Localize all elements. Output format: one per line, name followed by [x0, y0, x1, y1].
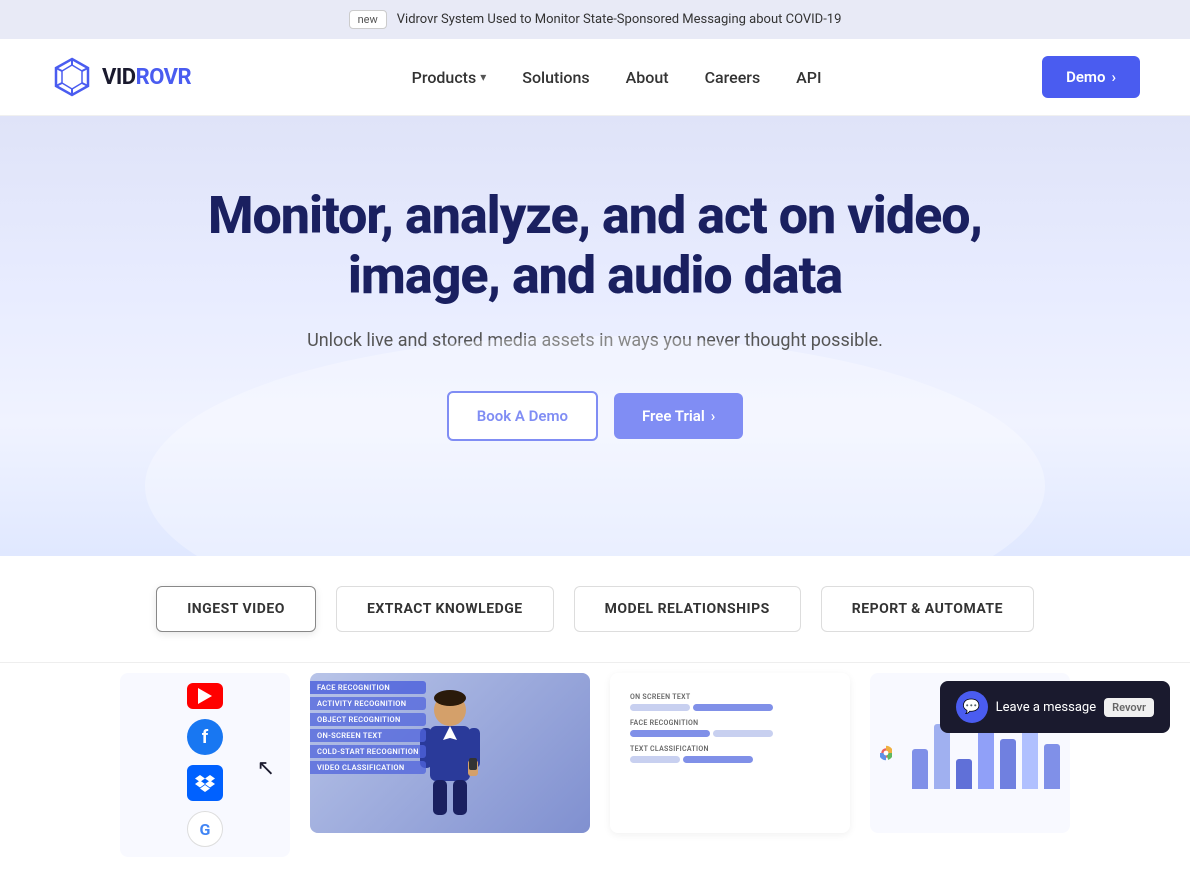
- data-row-1: ON SCREEN TEXT: [630, 693, 830, 711]
- hero-buttons: Book A Demo Free Trial ›: [20, 391, 1170, 441]
- hero-section: Monitor, analyze, and act on video, imag…: [0, 116, 1190, 556]
- chat-bubble-icon: 💬: [956, 691, 988, 723]
- hero-title: Monitor, analyze, and act on video, imag…: [195, 186, 995, 306]
- logo-icon: [50, 55, 94, 99]
- navbar: VIDROVR Products ▾ Solutions About Caree…: [0, 39, 1190, 116]
- book-demo-button[interactable]: Book A Demo: [447, 391, 598, 441]
- demo-button[interactable]: Demo ›: [1042, 56, 1140, 98]
- chat-widget[interactable]: 💬 Leave a message Revovr: [940, 681, 1170, 733]
- source-icons-card: f G ↖: [120, 673, 290, 857]
- announcement-badge: new: [349, 10, 387, 29]
- logo-link[interactable]: VIDROVR: [50, 55, 191, 99]
- features-tabs: INGEST VIDEO EXTRACT KNOWLEDGE MODEL REL…: [0, 556, 1190, 663]
- chat-widget-label: Leave a message: [996, 700, 1096, 715]
- video-recognition-card: FACE RECOGNITION ACTIVITY RECOGNITION OB…: [310, 673, 590, 833]
- data-row-3: TEXT CLASSIFICATION: [630, 745, 830, 763]
- data-row-2: FACE RECOGNITION: [630, 719, 830, 737]
- nav-item-products[interactable]: Products ▾: [412, 68, 487, 87]
- logo-text: VIDROVR: [102, 65, 191, 90]
- data-table-card: ON SCREEN TEXT FACE RECOGNITION: [610, 673, 850, 833]
- nav-item-about[interactable]: About: [626, 68, 669, 87]
- pie-chart: [880, 703, 892, 803]
- revamp-badge: Revovr: [1104, 698, 1154, 717]
- tab-model-relationships[interactable]: MODEL RELATIONSHIPS: [574, 586, 801, 632]
- nav-item-careers[interactable]: Careers: [705, 68, 761, 87]
- video-labels: FACE RECOGNITION ACTIVITY RECOGNITION OB…: [310, 681, 426, 774]
- nav-links: Products ▾ Solutions About Careers API: [412, 68, 822, 87]
- chevron-down-icon: ▾: [480, 70, 486, 84]
- tab-extract-knowledge[interactable]: EXTRACT KNOWLEDGE: [336, 586, 554, 632]
- nav-item-solutions[interactable]: Solutions: [522, 68, 589, 87]
- nav-item-api[interactable]: API: [796, 68, 821, 87]
- announcement-bar: new Vidrovr System Used to Monitor State…: [0, 0, 1190, 39]
- hero-subtitle: Unlock live and stored media assets in w…: [20, 330, 1170, 351]
- tab-report-automate[interactable]: REPORT & AUTOMATE: [821, 586, 1034, 632]
- free-trial-button[interactable]: Free Trial ›: [614, 393, 743, 439]
- tab-ingest-video[interactable]: INGEST VIDEO: [156, 586, 316, 632]
- announcement-text: Vidrovr System Used to Monitor State-Spo…: [397, 12, 842, 27]
- cursor-icon: ↖: [257, 756, 275, 781]
